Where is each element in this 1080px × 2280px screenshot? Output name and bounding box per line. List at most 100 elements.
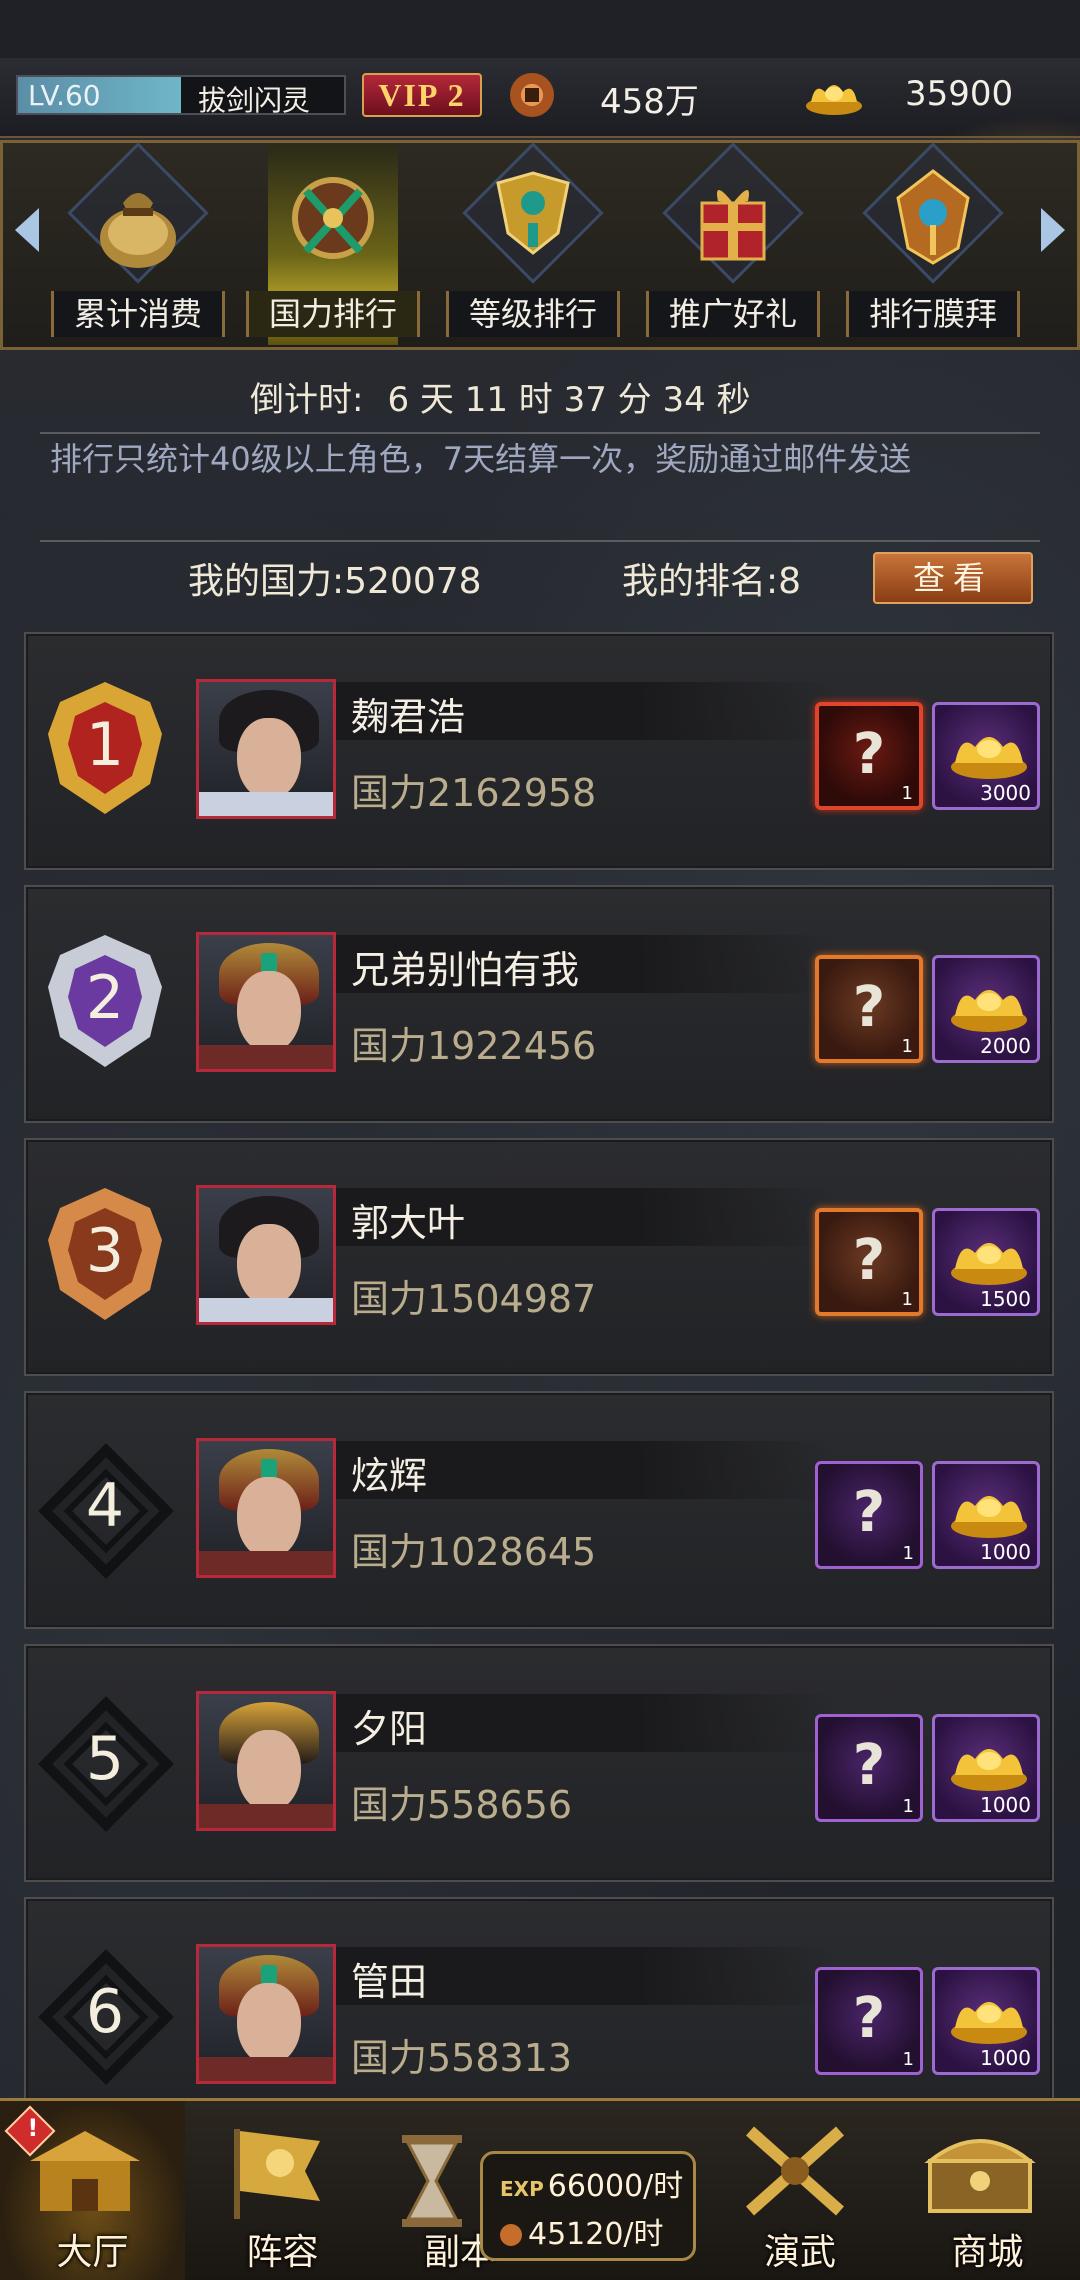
avatar-body: [199, 1551, 333, 1575]
level-exp-bar[interactable]: LV.60 拔剑闪灵: [16, 75, 346, 117]
divider-line: [40, 540, 1040, 542]
rank-knot-icon: 4: [30, 1433, 180, 1583]
nav-hall[interactable]: ! 大厅: [0, 2101, 185, 2280]
money-bag-icon: [100, 193, 176, 268]
gold-reward-item[interactable]: 2000: [932, 955, 1040, 1063]
gift-box-icon: [700, 189, 766, 261]
gold-reward-item[interactable]: 1000: [932, 1714, 1040, 1822]
banner-flag-icon: [234, 2129, 320, 2219]
rank-medal-icon: 2: [30, 927, 180, 1077]
mystery-reward-item[interactable]: ? 1: [815, 1714, 923, 1822]
gold-reward-item[interactable]: 1000: [932, 1967, 1040, 2075]
system-status-bar: [0, 0, 1080, 58]
golden-trophy-icon: [496, 171, 570, 255]
rank-knot-icon: 6: [30, 1939, 180, 2089]
countdown-timer: 倒计时: 6 天 11 时 37 分 34 秒: [250, 372, 751, 421]
reward-count: 1000: [980, 1793, 1031, 1817]
reward-count: 1: [902, 1543, 914, 1564]
player-name: 兄弟别怕有我: [351, 948, 580, 992]
tab-label: 国力排行: [246, 291, 420, 337]
ornate-emblem-icon: [896, 169, 970, 265]
player-power: 国力2162958: [351, 771, 597, 815]
reward-count: 1500: [980, 1287, 1031, 1311]
ranking-card[interactable]: 1 麹君浩 国力2162958 ? 1 3000: [24, 632, 1054, 870]
avatar[interactable]: [196, 1438, 336, 1578]
avatar[interactable]: [196, 1944, 336, 2084]
avatar-body: [199, 792, 333, 816]
player-level: LV.60: [28, 79, 101, 112]
avatar-face: [237, 1477, 301, 1559]
question-mark-icon: ?: [852, 975, 886, 1040]
vip-badge[interactable]: VIP 2: [362, 73, 482, 117]
avatar[interactable]: [196, 932, 336, 1072]
player-name: 炫辉: [351, 1454, 428, 1498]
tab-cumulative-spend[interactable]: 累计消费: [43, 142, 233, 348]
ranking-card[interactable]: 5 夕阳 国力558656 ? 1 1000: [24, 1644, 1054, 1882]
reward-count: 1: [901, 783, 913, 804]
question-mark-icon: ?: [852, 722, 886, 787]
copper-coin-icon: [500, 2224, 522, 2246]
countdown-label: 倒计时:: [250, 380, 364, 420]
reward-count: 1: [902, 2049, 914, 2070]
player-power: 国力1028645: [351, 1530, 597, 1574]
question-mark-icon: ?: [852, 1986, 886, 2051]
avatar-face: [237, 1730, 301, 1812]
tab-promotion-gift[interactable]: 推广好礼: [638, 142, 828, 348]
player-name: 拔剑闪灵: [198, 84, 311, 117]
avatar[interactable]: [196, 1185, 336, 1325]
activity-tab-row: 累计消费 国力排行 等级排行 推广好礼 排行膜拜: [0, 140, 1080, 350]
mystery-reward-item[interactable]: ? 1: [815, 955, 923, 1063]
gold-ingot-icon: [951, 1243, 1027, 1285]
rank-number: 5: [85, 1724, 125, 1794]
question-mark-icon: ?: [852, 1480, 886, 1545]
tab-power-ranking[interactable]: 国力排行: [238, 143, 428, 348]
player-name: 管田: [351, 1960, 428, 2004]
rank-knot-icon: 5: [30, 1686, 180, 1836]
reward-count: 2000: [980, 1034, 1031, 1058]
mystery-reward-item[interactable]: ? 1: [815, 702, 923, 810]
gold-reward-item[interactable]: 1000: [932, 1461, 1040, 1569]
gold-reward-item[interactable]: 1500: [932, 1208, 1040, 1316]
gold-ingot-icon: [951, 1749, 1027, 1791]
tab-ranking-worship[interactable]: 排行膜拜: [838, 142, 1028, 348]
avatar-face: [237, 1224, 301, 1306]
ranking-notice: 排行只统计40级以上角色，7天结算一次，奖励通过邮件发送: [50, 440, 912, 478]
rank-number: 2: [85, 963, 125, 1033]
reward-count: 1: [901, 1289, 913, 1310]
gold-ingot-icon: [951, 737, 1027, 779]
reward-count: 1: [901, 1036, 913, 1057]
ranking-card[interactable]: 3 郭大叶 国力1504987 ? 1 1500: [24, 1138, 1054, 1376]
rank-number: 1: [85, 710, 125, 780]
divider-line: [40, 432, 1040, 434]
ranking-card[interactable]: 4 炫辉 国力1028645 ? 1 1000: [24, 1391, 1054, 1629]
my-power: 我的国力:520078: [188, 561, 482, 602]
scroll-right-arrow-icon[interactable]: [1041, 208, 1065, 252]
reward-count: 1000: [980, 2046, 1031, 2070]
gold-ingot-icon: [951, 1496, 1027, 1538]
view-button[interactable]: 查看: [873, 552, 1033, 604]
rank-medal-icon: 1: [30, 674, 180, 824]
gold-reward-item[interactable]: 3000: [932, 702, 1040, 810]
avatar[interactable]: [196, 1691, 336, 1831]
avatar-body: [199, 2057, 333, 2081]
mystery-reward-item[interactable]: ? 1: [815, 1967, 923, 2075]
coin-rate: 45120/时: [500, 2209, 664, 2253]
avatar-gem: [261, 1459, 277, 1479]
coin-balance: 458万: [600, 82, 699, 122]
ranking-card[interactable]: 2 兄弟别怕有我 国力1922456 ? 1 2000: [24, 885, 1054, 1123]
player-status-bar: LV.60 拔剑闪灵 VIP 2 458万 35900: [0, 58, 1080, 196]
rank-medal-icon: 3: [30, 1180, 180, 1330]
nav-shop[interactable]: 商城: [895, 2101, 1080, 2280]
avatar-gem: [261, 953, 277, 973]
nav-drill[interactable]: 演武: [710, 2101, 890, 2280]
mystery-reward-item[interactable]: ? 1: [815, 1208, 923, 1316]
gold-balance: 35900: [905, 74, 1014, 114]
scroll-left-arrow-icon[interactable]: [15, 208, 39, 252]
tab-label: 推广好礼: [646, 291, 820, 337]
tab-level-ranking[interactable]: 等级排行: [438, 142, 628, 348]
mystery-reward-item[interactable]: ? 1: [815, 1461, 923, 1569]
avatar[interactable]: [196, 679, 336, 819]
question-mark-icon: ?: [852, 1228, 886, 1293]
rank-number: 6: [85, 1977, 125, 2047]
tab-label: 等级排行: [446, 291, 620, 337]
